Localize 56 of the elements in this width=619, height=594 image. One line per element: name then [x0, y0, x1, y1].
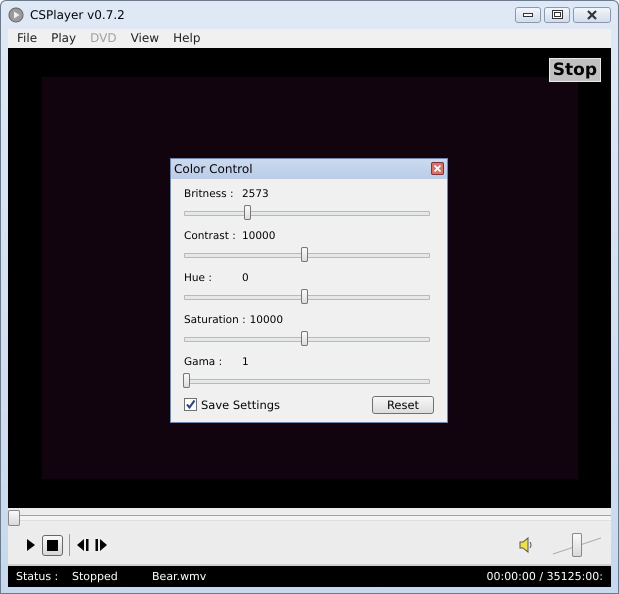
slider-track[interactable]	[184, 204, 430, 221]
minimize-button[interactable]	[515, 6, 541, 23]
slider-value: 10000	[250, 314, 284, 326]
slider-value: 2573	[242, 188, 269, 200]
slider-label: Britness :	[184, 188, 234, 200]
status-text: Stopped	[72, 570, 119, 584]
slider-thumb[interactable]	[301, 330, 308, 346]
slider-value: 0	[242, 272, 249, 284]
speaker-icon[interactable]	[519, 537, 533, 554]
slider-thumb[interactable]	[244, 204, 252, 220]
file-name: Bear.wmv	[152, 570, 208, 584]
menu-item[interactable]: Play	[44, 31, 84, 46]
next-button[interactable]	[95, 538, 108, 552]
slider-thumb[interactable]	[301, 288, 308, 304]
close-button[interactable]	[431, 162, 444, 176]
previous-icon	[76, 538, 89, 552]
slider-track[interactable]	[184, 372, 430, 389]
maximize-button[interactable]	[544, 6, 570, 23]
slider-track[interactable]	[184, 288, 430, 305]
slider-label: Hue :	[184, 272, 213, 284]
menu-item[interactable]: File	[10, 31, 44, 46]
next-icon	[95, 538, 108, 552]
close-icon	[433, 164, 442, 174]
slider-label: Gama :	[184, 356, 224, 368]
slider-value: 10000	[242, 230, 276, 242]
play-button[interactable]	[26, 538, 36, 552]
volume-slider[interactable]	[553, 532, 601, 558]
slider-track[interactable]	[184, 330, 430, 347]
slider-value: 1	[242, 356, 249, 368]
close-button[interactable]	[573, 6, 611, 23]
checkbox-label: Save Settings	[201, 398, 280, 412]
stop-icon	[46, 538, 59, 552]
menu-item[interactable]: Help	[166, 31, 208, 46]
previous-button[interactable]	[76, 538, 89, 552]
close-icon	[586, 10, 598, 20]
checkbox[interactable]	[184, 398, 197, 412]
seek-bar[interactable]	[8, 508, 611, 526]
app-icon	[8, 6, 24, 23]
seek-thumb[interactable]	[8, 510, 20, 526]
dialog-title: Color Control	[174, 162, 253, 176]
reset-button[interactable]: Reset	[372, 396, 434, 414]
window-title: CSPlayer v0.7.2	[30, 8, 126, 22]
slider-thumb[interactable]	[301, 246, 308, 262]
status-label: Status :	[16, 570, 60, 584]
slider-label: Contrast :	[184, 230, 237, 242]
stop-button[interactable]	[42, 534, 63, 556]
minimize-icon	[523, 12, 533, 17]
slider-label: Saturation :	[184, 314, 247, 326]
slider-track[interactable]	[184, 246, 430, 263]
stop-button[interactable]: Stop	[548, 58, 601, 82]
menu-item[interactable]: View	[124, 31, 166, 46]
time-display: 00:00:00 / 35125:00:	[486, 570, 603, 584]
slider-thumb[interactable]	[183, 372, 190, 388]
volume-thumb[interactable]	[572, 533, 582, 558]
maximize-icon	[552, 10, 562, 20]
play-icon	[26, 538, 36, 552]
